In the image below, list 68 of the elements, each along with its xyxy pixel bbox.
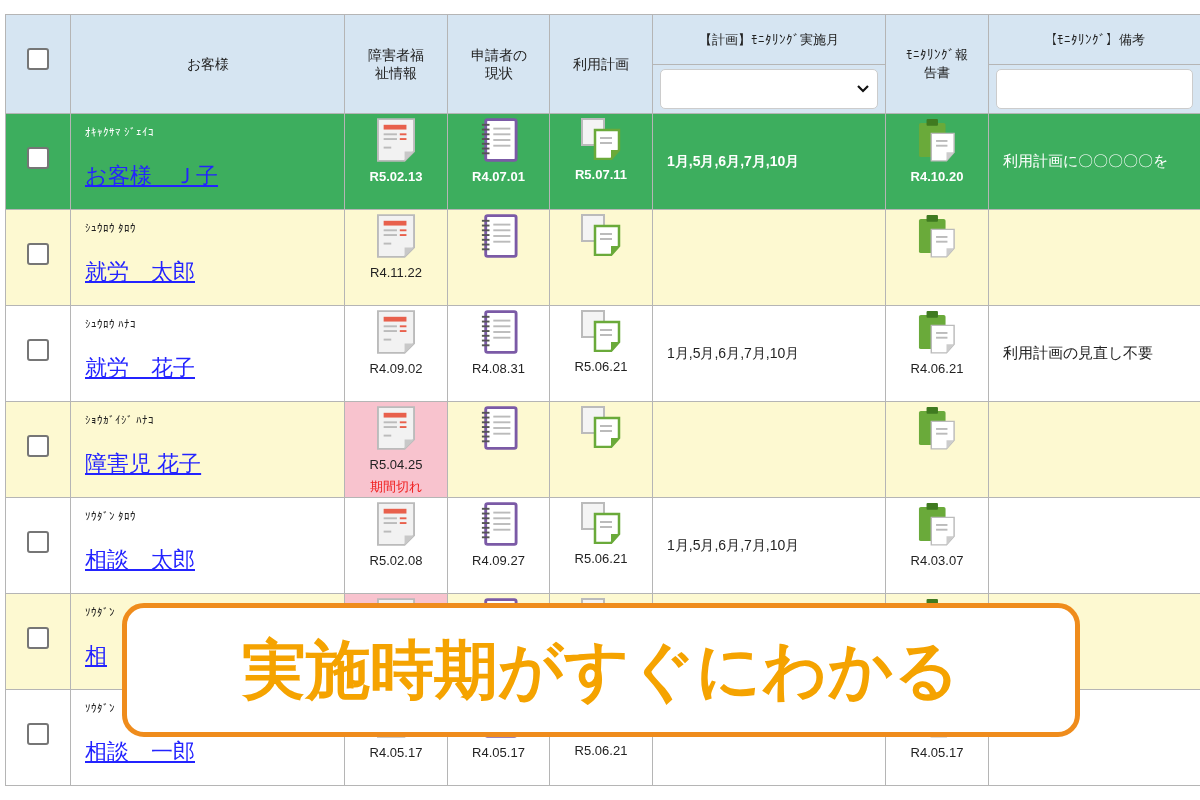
date-label: R5.04.25	[369, 456, 423, 474]
date-label: R4.05.17	[369, 744, 423, 762]
column-header: 申請者の現状	[470, 46, 527, 82]
date-label: R5.06.21	[574, 550, 628, 568]
date-label: R4.03.07	[910, 552, 964, 570]
column-header: 【計画】ﾓﾆﾀﾘﾝｸﾞ実施月	[699, 30, 839, 49]
copy-documents-icon	[581, 118, 621, 160]
checkbox[interactable]	[27, 627, 49, 649]
customer-name-link[interactable]: 相談 太郎	[85, 547, 195, 573]
date-label: R5.02.08	[369, 552, 423, 570]
remarks-text: 利用計画の見直し不要	[1003, 343, 1153, 364]
customer-name-link[interactable]: 就労 太郎	[85, 259, 195, 285]
column-header: 利用計画	[573, 55, 629, 73]
table-row[interactable]: ｿｳﾀﾞﾝ ﾀﾛｳ 相談 太郎 R5.02.08 R4.09.27 R5.06.21 1月,5月,6月,7月,10月 R4.03.07	[6, 498, 1200, 594]
date-label: R4.05.17	[472, 744, 525, 762]
chevron-down-icon	[857, 85, 869, 93]
clipboard-icon	[918, 502, 956, 546]
checkbox[interactable]	[27, 147, 49, 169]
customer-name-link[interactable]: 相	[85, 643, 107, 669]
column-header: ﾓﾆﾀﾘﾝｸﾞ報告書	[905, 46, 969, 82]
date-label: R4.09.27	[472, 552, 525, 570]
customer-kana: ｿｳﾀﾞﾝ	[85, 702, 115, 715]
customer-kana: ｼｭｳﾛｳ ﾀﾛｳ	[85, 222, 137, 235]
checkbox[interactable]	[27, 339, 49, 361]
table-row[interactable]: ｼｮｳｶﾞｲｼﾞ ﾊﾅｺ 障害児 花子 R5.04.25 期間切れ	[6, 402, 1200, 498]
remarks-filter-field[interactable]	[996, 69, 1193, 109]
date-label: R4.09.02	[369, 360, 423, 378]
clipboard-icon	[918, 406, 956, 450]
customer-kana: ｿｳﾀﾞﾝ	[85, 606, 115, 619]
copy-documents-icon	[581, 406, 621, 448]
date-label: R4.11.22	[370, 264, 422, 282]
customer-kana: ｵｷｬｸｻﾏ ｼﾞｪｲｺ	[85, 126, 155, 139]
customer-kana: ｼｭｳﾛｳ ﾊﾅｺ	[85, 318, 137, 331]
clipboard-icon	[918, 310, 956, 354]
expired-label: 期間切れ	[370, 479, 422, 493]
date-label: R4.05.17	[910, 744, 964, 762]
customer-name-link[interactable]: 障害児 花子	[85, 451, 202, 477]
customer-kana: ｿｳﾀﾞﾝ ﾀﾛｳ	[85, 510, 137, 523]
column-header: 【ﾓﾆﾀﾘﾝｸﾞ】備考	[1044, 30, 1145, 49]
clipboard-icon	[918, 214, 956, 258]
customer-name-link[interactable]: 相談 一郎	[85, 739, 195, 765]
checkbox[interactable]	[27, 723, 49, 745]
copy-documents-icon	[581, 214, 621, 256]
column-header: お客様	[186, 55, 229, 73]
table-row[interactable]: ｼｭｳﾛｳ ﾊﾅｺ 就労 花子 R4.09.02 R4.08.31 R5.06.21 1月,5月,6月,7月,10月 R4.06.21 利用計画の見直し不要	[6, 306, 1200, 402]
date-label: R5.06.21	[574, 742, 628, 760]
monitoring-months: 1月,5月,6月,7月,10月	[667, 536, 800, 555]
customer-kana: ｼｮｳｶﾞｲｼﾞ ﾊﾅｺ	[85, 414, 155, 427]
date-label: R5.02.13	[369, 168, 423, 186]
checkbox[interactable]	[27, 243, 49, 265]
remarks-text: 利用計画に〇〇〇〇〇を	[1003, 151, 1168, 172]
clipboard-icon	[918, 118, 956, 162]
table-row[interactable]: ｼｭｳﾛｳ ﾀﾛｳ 就労 太郎 R4.11.22	[6, 210, 1200, 306]
checkbox[interactable]	[27, 48, 49, 70]
column-header: 障害者福祉情報	[367, 46, 425, 82]
monitoring-months: 1月,5月,6月,7月,10月	[667, 344, 800, 363]
copy-documents-icon	[581, 310, 621, 352]
date-label: R4.10.20	[910, 168, 964, 186]
date-label: R4.07.01	[472, 168, 525, 186]
date-label: R5.07.11	[574, 166, 627, 184]
date-label: R5.06.21	[574, 358, 628, 376]
date-label: R4.08.31	[472, 360, 525, 378]
monitoring-months: 1月,5月,6月,7月,10月	[667, 152, 800, 171]
copy-documents-icon	[581, 502, 621, 544]
customer-name-link[interactable]: 就労 花子	[85, 355, 195, 381]
checkbox[interactable]	[27, 531, 49, 553]
date-label: R4.06.21	[910, 360, 964, 378]
checkbox[interactable]	[27, 435, 49, 457]
